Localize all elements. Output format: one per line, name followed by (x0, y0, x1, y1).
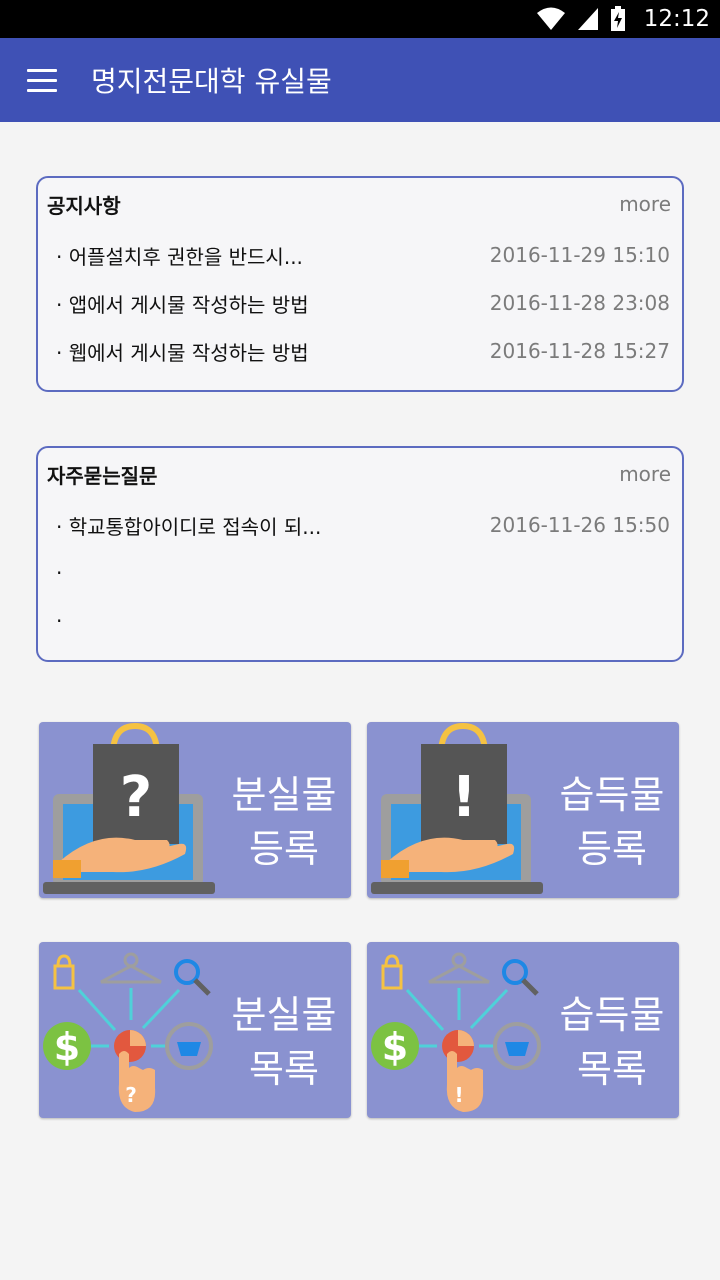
tile-label-line2: 목록 (577, 1047, 647, 1091)
svg-text:!: ! (451, 765, 477, 830)
tile-label-line2: 목록 (249, 1047, 319, 1091)
app-title: 명지전문대학 유실물 (91, 65, 332, 98)
lost-item-list-tile[interactable]: $ ? 분실물 목록 (39, 942, 351, 1118)
faq-card-title: 자주묻는질문 (47, 464, 158, 488)
tile-label-line1: 습득물 (559, 773, 665, 817)
hamburger-menu-icon[interactable] (18, 58, 66, 102)
tile-label-line1: 분실물 (231, 773, 337, 817)
notice-item-date: 2016-11-28 23:08 (489, 291, 670, 315)
found-item-list-tile[interactable]: $ ! 습득물 목록 (367, 942, 679, 1118)
tile-label-line2: 등록 (577, 827, 647, 871)
faq-item[interactable] (56, 558, 670, 588)
notice-more-link[interactable]: more (619, 192, 671, 216)
notice-item-date: 2016-11-28 15:27 (489, 339, 670, 363)
faq-item-title (56, 561, 62, 585)
battery-charging-icon (610, 6, 625, 31)
notice-item[interactable]: 어플설치후 권한을 반드시... 2016-11-29 15:10 (56, 240, 670, 270)
svg-text:$: $ (382, 1025, 408, 1069)
faq-item[interactable]: 학교통합아이디로 접속이 되... 2016-11-26 15:50 (56, 510, 670, 540)
tile-label-line1: 습득물 (559, 993, 665, 1037)
faq-more-link[interactable]: more (619, 462, 671, 486)
faq-card: 자주묻는질문 more 학교통합아이디로 접속이 되... 2016-11-26… (36, 446, 684, 662)
faq-item-title: 학교통합아이디로 접속이 되... (56, 511, 322, 540)
notice-card-title: 공지사항 (47, 194, 121, 218)
faq-item[interactable] (56, 606, 670, 636)
status-time: 12:12 (643, 6, 710, 32)
faq-item-title (56, 609, 62, 633)
notice-item-title: 웹에서 게시물 작성하는 방법 (56, 337, 309, 366)
notice-item[interactable]: 앱에서 게시물 작성하는 방법 2016-11-28 23:08 (56, 288, 670, 318)
notice-item-date: 2016-11-29 15:10 (489, 243, 670, 267)
notice-item[interactable]: 웹에서 게시물 작성하는 방법 2016-11-28 15:27 (56, 336, 670, 366)
found-item-register-tile[interactable]: ! 습득물 등록 (367, 722, 679, 898)
status-bar: 12:12 (0, 0, 720, 38)
tile-label-line1: 분실물 (231, 993, 337, 1037)
notice-item-title: 앱에서 게시물 작성하는 방법 (56, 289, 309, 318)
wifi-icon (536, 7, 565, 30)
signal-icon (577, 8, 598, 30)
faq-item-date: 2016-11-26 15:50 (489, 513, 670, 537)
svg-text:!: ! (454, 1083, 463, 1107)
tile-label-line2: 등록 (249, 827, 319, 871)
lost-item-register-tile[interactable]: ? 분실물 등록 (39, 722, 351, 898)
notice-card: 공지사항 more 어플설치후 권한을 반드시... 2016-11-29 15… (36, 176, 684, 392)
svg-text:?: ? (120, 765, 152, 830)
svg-text:$: $ (54, 1025, 80, 1069)
notice-item-title: 어플설치후 권한을 반드시... (56, 241, 303, 270)
app-bar: 명지전문대학 유실물 (0, 38, 720, 122)
svg-text:?: ? (125, 1083, 137, 1107)
